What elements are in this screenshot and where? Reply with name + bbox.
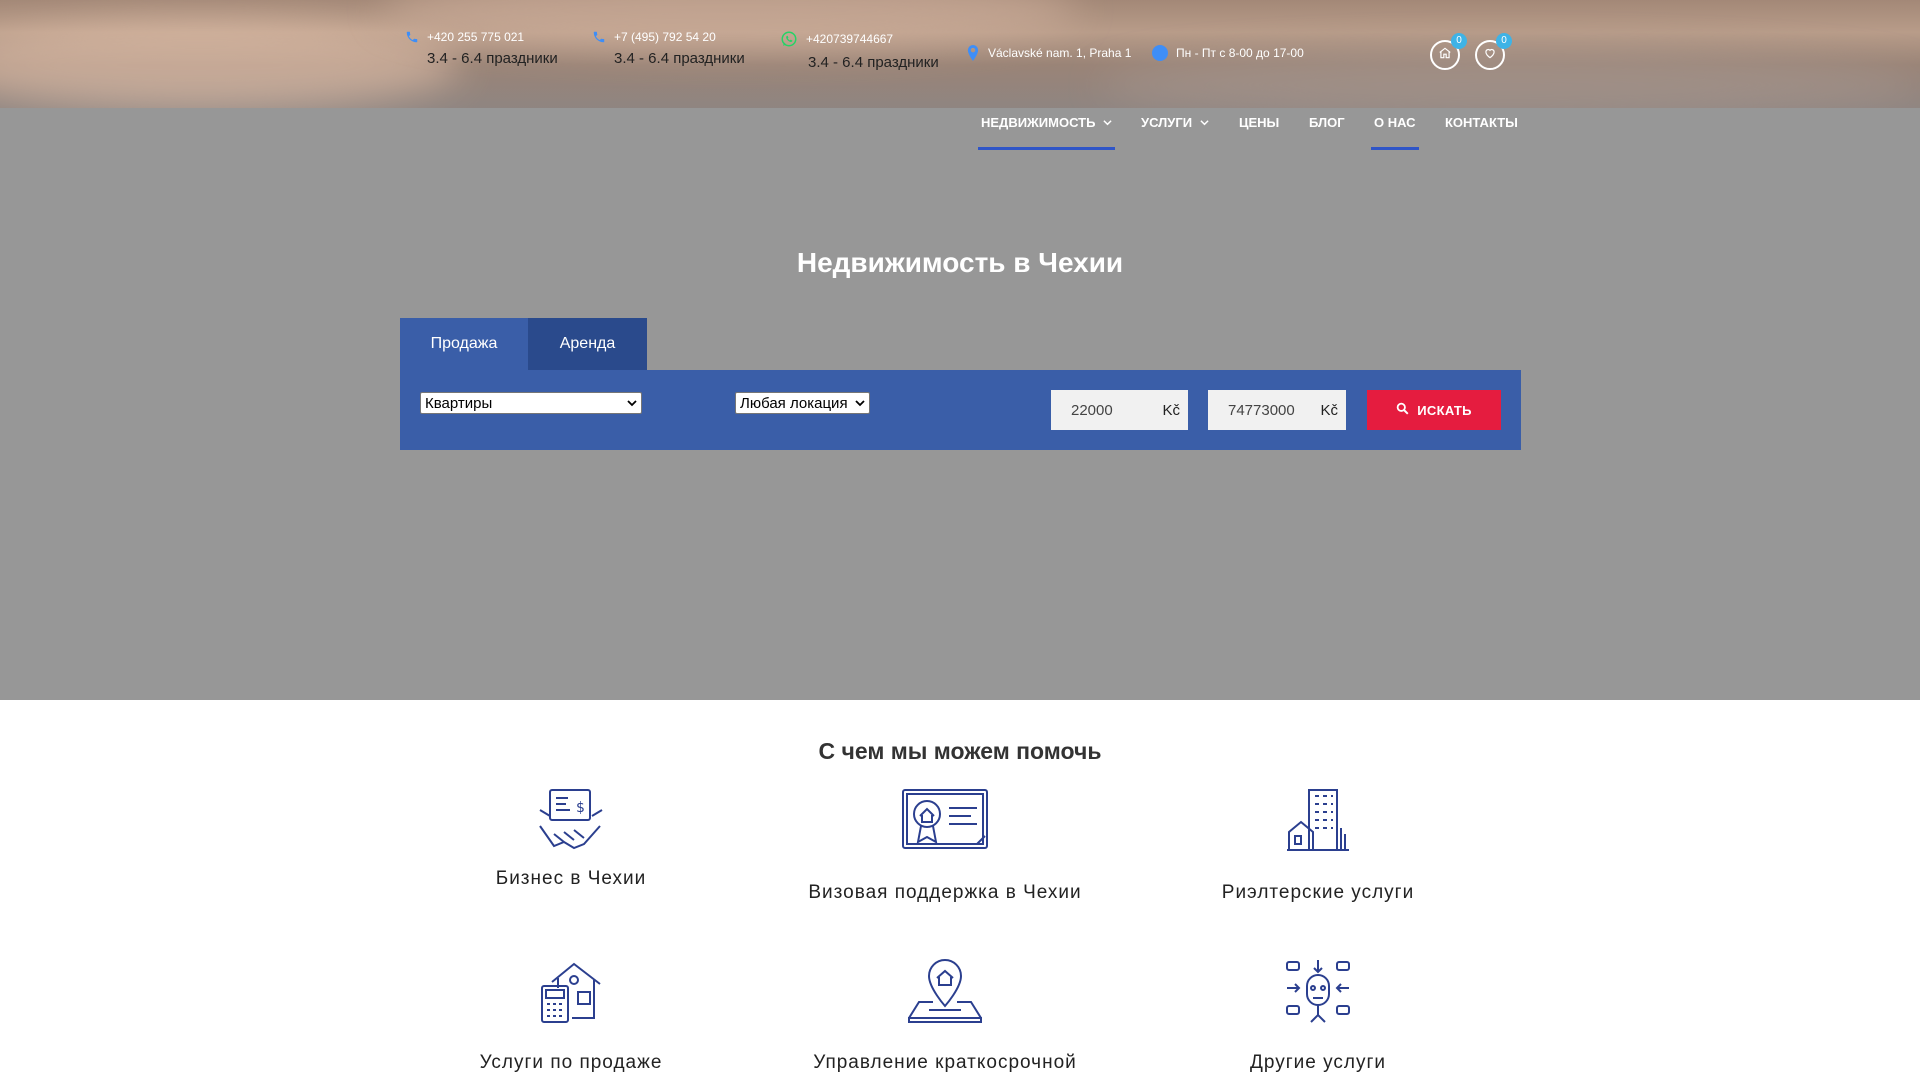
search-panel: Квартиры Любая локация 22000 Kč 74773000… [400,370,1521,450]
schedule-text: Пн - Пт с 8-00 до 17-00 [1176,46,1304,60]
property-type-select[interactable]: Квартиры [420,392,642,414]
working-hours: Пн - Пт с 8-00 до 17-00 [1152,45,1304,61]
select-value: Любая локация [740,394,848,412]
hero-title: Недвижимость в Чехии [796,247,1124,278]
nav-item-contacts[interactable]: КОНТАКТЫ [1445,115,1518,130]
tab-rent[interactable]: Аренда [528,318,647,370]
hours-note: 3.4 - 6.4 праздники [427,50,558,67]
location-pin-icon [966,45,980,61]
whatsapp-icon [780,30,798,48]
price-max-input[interactable]: 74773000 Kč [1208,390,1346,430]
home-icon [1438,46,1452,65]
compare-button[interactable]: 0 [1430,33,1467,70]
chevron-down-icon [627,398,637,408]
service-visa[interactable]: Визовая поддержка в Чехии [775,788,1115,903]
select-value: Квартиры [425,394,493,412]
service-other[interactable]: Другие услуги [1148,958,1488,1073]
service-business[interactable]: $ Бизнес в Чехии [401,788,741,889]
currency-label: Kč [1320,401,1338,419]
buildings-icon [1287,789,1349,851]
search-button-label: ИСКАТЬ [1417,402,1472,418]
service-label: Риэлтерские услуги [1221,882,1415,903]
contact-phone-2[interactable]: +7 (495) 792 54 20 3.4 - 6.4 праздники [592,30,745,67]
nav-item-real-estate[interactable]: НЕДВИЖИМОСТЬ [978,115,1116,150]
address: Václavské nam. 1, Praha 1 [966,45,1131,61]
chevron-down-icon [1103,118,1113,127]
nav-item-about[interactable]: О НАС [1371,115,1419,150]
whatsapp-number[interactable]: +420739744667 [806,32,893,46]
phone-icon [592,30,606,44]
hours-note: 3.4 - 6.4 праздники [614,50,745,67]
svg-text:$: $ [576,800,585,816]
address-text: Václavské nam. 1, Praha 1 [988,46,1132,60]
top-bar: +420 255 775 021 3.4 - 6.4 праздники +7 … [0,0,1920,108]
nav-label: УСЛУГИ [1141,115,1193,130]
service-label: Управление краткосрочной [813,1052,1077,1073]
nav-label: БЛОГ [1309,115,1345,130]
house-calculator-icon [541,962,601,1023]
price-min-input[interactable]: 22000 Kč [1051,390,1188,430]
network-icon [1286,960,1350,1023]
phone-number[interactable]: +7 (495) 792 54 20 [614,30,716,44]
nav-item-prices[interactable]: ЦЕНЫ [1239,115,1279,130]
favorites-button[interactable]: 0 [1475,33,1512,70]
compare-count-badge: 0 [1451,33,1467,49]
search-icon [1396,402,1409,418]
service-short-term[interactable]: Управление краткосрочной [775,958,1115,1073]
nav-label: ЦЕНЫ [1239,115,1280,130]
heart-icon [1483,46,1497,65]
certificate-icon [902,789,988,849]
nav-item-services[interactable]: УСЛУГИ [1141,115,1209,130]
service-label: Услуги по продаже [479,1052,663,1073]
nav-label: КОНТАКТЫ [1445,115,1518,130]
nav-active-underline [978,147,1116,150]
nav-active-underline [1371,147,1419,150]
contact-whatsapp[interactable]: +420739744667 3.4 - 6.4 праздники [780,30,939,71]
clock-icon [1152,45,1168,61]
location-select[interactable]: Любая локация [735,392,870,414]
service-label: Визовая поддержка в Чехии [808,882,1082,903]
chevron-down-icon [855,398,865,408]
service-sales[interactable]: Услуги по продаже [401,958,741,1073]
tab-sale[interactable]: Продажа [400,318,528,370]
contact-phone-1[interactable]: +420 255 775 021 3.4 - 6.4 праздники [405,30,558,67]
price-max-value: 74773000 [1228,401,1295,419]
search-button[interactable]: ИСКАТЬ [1367,390,1501,430]
business-deal-icon: $ [539,789,603,850]
nav-label: О НАС [1374,115,1416,130]
favorites-count-badge: 0 [1496,33,1512,49]
nav-item-blog[interactable]: БЛОГ [1309,115,1345,130]
chevron-down-icon [1200,118,1209,127]
location-house-icon [908,958,982,1023]
price-min-value: 22000 [1071,401,1113,419]
nav-label: НЕДВИЖИМОСТЬ [981,115,1096,130]
background-streak [0,20,460,108]
currency-label: Kč [1162,401,1180,419]
services-title: С чем мы можем помочь [818,738,1102,764]
service-realtor[interactable]: Риэлтерские услуги [1148,788,1488,903]
phone-icon [405,30,419,44]
service-label: Бизнес в Чехии [495,868,647,889]
phone-number[interactable]: +420 255 775 021 [427,30,524,44]
service-label: Другие услуги [1249,1052,1387,1073]
hours-note: 3.4 - 6.4 праздники [808,54,939,71]
